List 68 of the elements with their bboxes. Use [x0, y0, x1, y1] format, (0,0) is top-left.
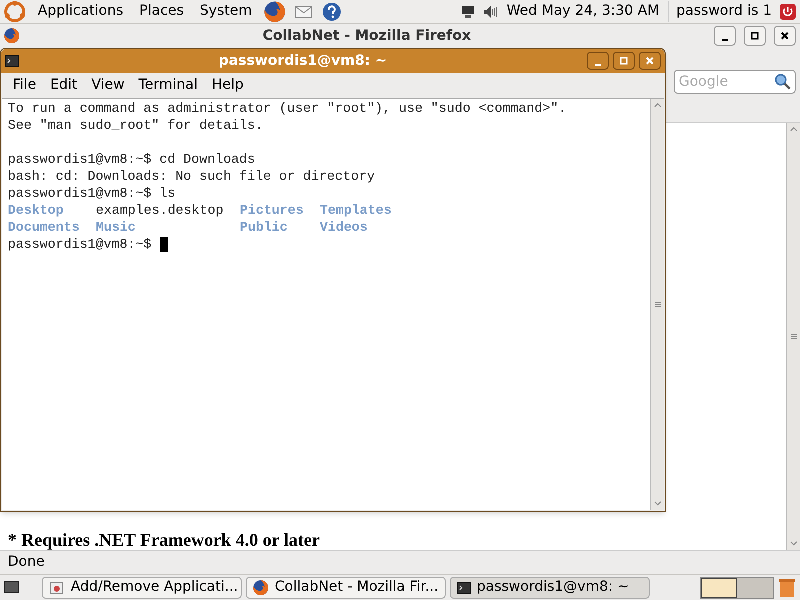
directory-listing-entry: examples.desktop: [96, 203, 224, 218]
search-icon[interactable]: [774, 73, 792, 91]
scroll-down-icon[interactable]: [654, 501, 662, 506]
maximize-button[interactable]: [744, 26, 766, 46]
menu-item[interactable]: Help: [212, 75, 244, 96]
minimize-button[interactable]: [714, 26, 736, 46]
window-title: CollabNet - Mozilla Firefox: [262, 26, 472, 46]
directory-listing-entry: Pictures: [240, 203, 304, 218]
minimize-button[interactable]: [587, 52, 609, 70]
menu-item[interactable]: File: [13, 75, 36, 96]
firefox-icon: [264, 0, 286, 22]
volume-icon[interactable]: [482, 4, 499, 18]
close-button[interactable]: [639, 52, 661, 70]
trash-icon[interactable]: [778, 578, 796, 598]
terminal-line: See "man sudo_root" for details.: [8, 117, 264, 134]
directory-listing-entry: Videos: [320, 220, 368, 235]
directory-listing-entry: Templates: [320, 203, 392, 218]
minimize-icon: [595, 64, 601, 66]
scroll-up-icon[interactable]: [654, 103, 662, 108]
terminal-icon: [457, 582, 471, 594]
maximize-button[interactable]: [613, 52, 635, 70]
grip-icon[interactable]: [654, 302, 660, 307]
directory-listing-entry: Music: [96, 220, 136, 235]
power-icon[interactable]: [780, 4, 796, 20]
taskbar-button[interactable]: Add/Remove Applicati...: [42, 576, 242, 598]
menu-item[interactable]: View: [92, 75, 125, 96]
show-desktop-icon[interactable]: [4, 580, 20, 596]
ubuntu-logo-icon[interactable]: [4, 0, 26, 22]
taskbar-button[interactable]: passwordis1@vm8: ~: [450, 576, 650, 598]
status-text: Done: [8, 553, 45, 572]
grip-icon[interactable]: [790, 334, 796, 339]
menu-item[interactable]: Terminal: [138, 75, 198, 96]
terminal-scrollbar[interactable]: [650, 99, 664, 510]
page-scrollbar[interactable]: [786, 123, 800, 550]
close-icon: [780, 31, 790, 41]
terminal-line: passwordis1@vm8:~$: [8, 236, 153, 253]
panel-menu[interactable]: System: [196, 1, 256, 22]
network-icon[interactable]: [460, 4, 475, 18]
text-cursor: [160, 237, 168, 252]
window-title: passwordis1@vm8: ~: [218, 52, 388, 70]
scroll-down-icon[interactable]: [790, 541, 798, 546]
maximize-icon: [619, 56, 629, 66]
terminal-icon: [5, 55, 19, 67]
directory-listing-entry: Documents: [8, 220, 80, 235]
workspace-switcher[interactable]: [700, 576, 774, 598]
search-field[interactable]: Google: [674, 70, 796, 94]
help-icon[interactable]: [322, 2, 342, 22]
close-icon: [645, 56, 655, 66]
menu-item[interactable]: Edit: [50, 75, 78, 96]
user-name[interactable]: password is 1: [676, 1, 772, 22]
package-icon: [49, 580, 65, 596]
directory-listing-entry: Public: [240, 220, 288, 235]
firefox-icon: [4, 28, 20, 44]
close-button[interactable]: [774, 26, 796, 46]
minimize-icon: [722, 39, 728, 41]
panel-menu[interactable]: Places: [136, 1, 188, 22]
maximize-icon: [750, 31, 760, 41]
page-text: * Requires .NET Framework 4.0 or later: [8, 530, 321, 550]
directory-listing-entry: Desktop: [8, 203, 64, 218]
clock[interactable]: Wed May 24, 3:30 AM: [506, 1, 669, 22]
terminal-line: To run a command as administrator (user "root"), use "sudo <command>".: [8, 100, 567, 117]
panel-menu[interactable]: Applications: [34, 1, 128, 22]
terminal-line: passwordis1@vm8:~$ cd Downloads: [8, 151, 256, 168]
firefox-icon: [253, 580, 269, 596]
terminal-line: bash: cd: Downloads: No such file or directory: [8, 168, 376, 185]
terminal-line: passwordis1@vm8:~$ ls: [8, 185, 176, 202]
taskbar-button[interactable]: CollabNet - Mozilla Fir...: [246, 576, 446, 598]
scroll-up-icon[interactable]: [790, 127, 798, 132]
